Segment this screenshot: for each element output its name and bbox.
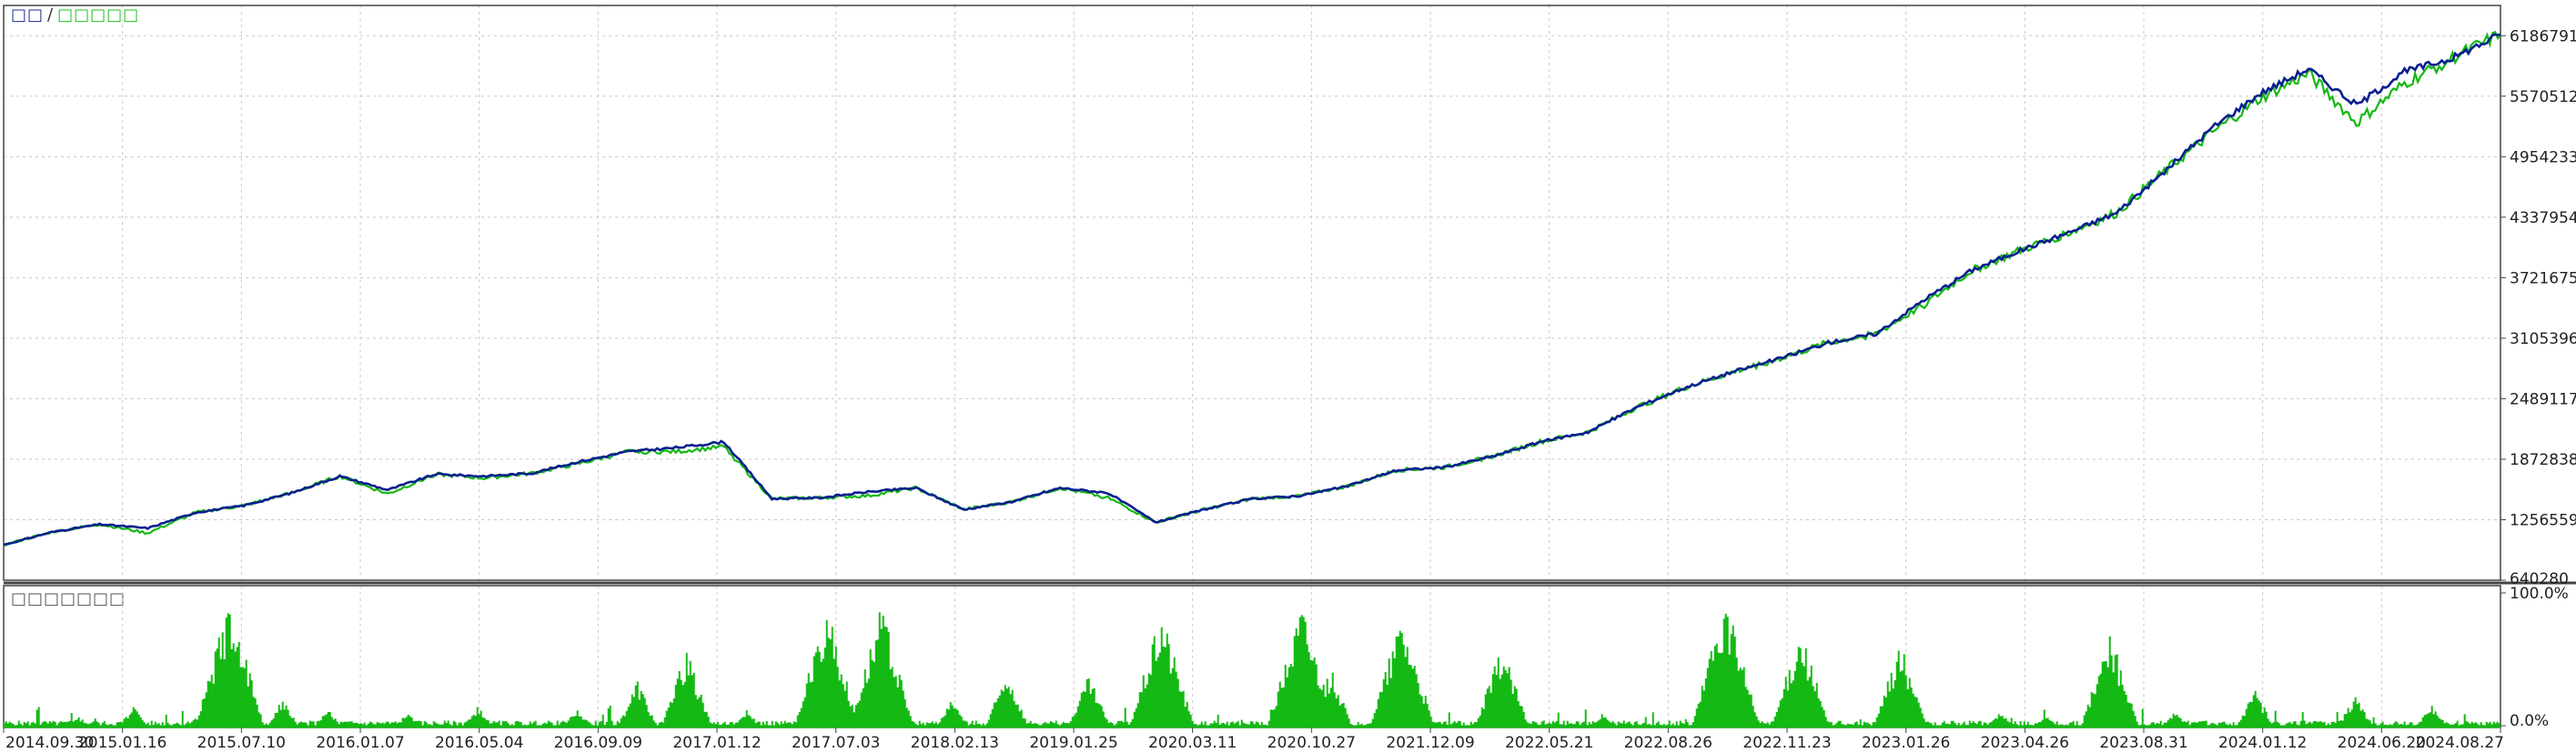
- x-tick-label: 2022.11.23: [1743, 734, 1831, 752]
- x-tick-label: 2016.01.07: [316, 734, 404, 752]
- strategy-tester-graph: 6186791 5570512 4954233 4337954 3721675 31053…: [3, 5, 2576, 752]
- x-tick-label: 2023.04.26: [1981, 734, 2069, 752]
- x-tick-label: 2020.10.27: [1268, 734, 1356, 752]
- main-panel-frame: [3, 5, 2501, 581]
- y-tick-label: 6186791: [2510, 27, 2576, 45]
- y-tick-label: 1256559: [2510, 511, 2576, 529]
- y-tick-label: 4954233: [2510, 148, 2576, 166]
- lower-y-tick-label: 0.0%: [2510, 712, 2549, 730]
- y-tick-label: 5570512: [2510, 88, 2576, 106]
- x-tick-label: 2019.01.25: [1029, 734, 1117, 752]
- x-tick-label: 2023.08.31: [2099, 734, 2187, 752]
- grid-lines: [4, 5, 2500, 728]
- x-tick-label: 2024.01.12: [2218, 734, 2307, 752]
- y-tick-label: 1872838: [2510, 451, 2576, 469]
- y-tick-label: 4337954: [2510, 209, 2576, 227]
- y-tick-label: 3721675: [2510, 269, 2576, 287]
- x-axis-labels: 2014.09.302015.01.16 2015.07.10 2016.01.07…: [3, 728, 2504, 752]
- x-tick-label: 2017.01.12: [672, 734, 761, 752]
- x-tick-label: 2022.05.21: [1505, 734, 1593, 752]
- x-tick-label: 2017.07.03: [792, 734, 880, 752]
- x-tick-label: 2015.01.16: [78, 734, 167, 752]
- equity-line: [3, 30, 2501, 547]
- x-tick-label: 2016.05.04: [435, 734, 523, 752]
- x-tick-label: 2024.06.20: [2338, 734, 2426, 752]
- balance-line: [3, 33, 2501, 547]
- x-tick-label: 2023.01.26: [1862, 734, 1950, 752]
- x-tick-label: 2016.09.09: [554, 734, 642, 752]
- panel-frames: [3, 5, 2576, 728]
- y-tick-label: 3105396: [2510, 330, 2576, 348]
- y-axis-labels: 6186791 5570512 4954233 4337954 3721675 31053…: [2500, 27, 2576, 730]
- x-tick-label: 2018.02.13: [911, 734, 999, 752]
- x-tick-label: 2015.07.10: [197, 734, 286, 752]
- x-tick-label: 2020.03.11: [1148, 734, 1237, 752]
- x-tick-label: 2022.08.26: [1624, 734, 1712, 752]
- y-tick-label: 2489117: [2510, 390, 2576, 408]
- lower-y-tick-label: 100.0%: [2510, 585, 2569, 603]
- x-tick-label: 2024.08.27: [2416, 734, 2504, 752]
- load-area: [3, 612, 2500, 728]
- x-tick-label: 2021.12.09: [1386, 734, 1474, 752]
- load-bars: [3, 612, 2500, 728]
- balance-equity-lines: [3, 30, 2501, 547]
